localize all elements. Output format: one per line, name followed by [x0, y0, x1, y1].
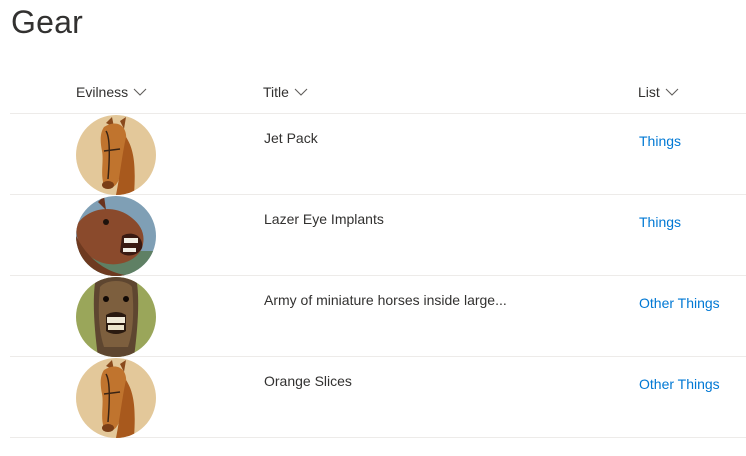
- list-header-row: Evilness Title List: [10, 72, 746, 114]
- column-header-evilness[interactable]: Evilness: [76, 84, 147, 100]
- column-header-title[interactable]: Title: [263, 84, 308, 100]
- row-title[interactable]: Jet Pack: [264, 130, 318, 146]
- column-header-title-label: Title: [263, 84, 289, 100]
- table-row[interactable]: Lazer Eye Implants Things: [10, 195, 746, 276]
- table-row[interactable]: Army of miniature horses inside large...…: [10, 276, 746, 357]
- row-title[interactable]: Orange Slices: [264, 373, 352, 389]
- horse-portrait-image: [76, 115, 156, 195]
- page-title: Gear: [11, 4, 83, 40]
- evilness-avatar: [76, 115, 156, 195]
- evilness-avatar: [76, 196, 156, 276]
- evilness-avatar: [76, 358, 156, 438]
- column-header-list[interactable]: List: [638, 84, 679, 100]
- chevron-down-icon: [294, 88, 308, 96]
- grinning-horse-image: [76, 277, 156, 357]
- row-list-link[interactable]: Other Things: [639, 295, 720, 311]
- chevron-down-icon: [665, 88, 679, 96]
- table-row[interactable]: Jet Pack Things: [10, 114, 746, 195]
- table-row[interactable]: Orange Slices Other Things: [10, 357, 746, 438]
- gear-list: Evilness Title List Jet Pack Things Laze…: [10, 72, 746, 438]
- row-title[interactable]: Lazer Eye Implants: [264, 211, 384, 227]
- row-list-link[interactable]: Other Things: [639, 376, 720, 392]
- laughing-horse-image: [76, 196, 156, 276]
- row-title[interactable]: Army of miniature horses inside large...: [264, 292, 507, 308]
- row-list-link[interactable]: Things: [639, 133, 681, 149]
- chevron-down-icon: [133, 88, 147, 96]
- column-header-evilness-label: Evilness: [76, 84, 129, 100]
- column-header-list-label: List: [638, 84, 660, 100]
- evilness-avatar: [76, 277, 156, 357]
- horse-portrait-image: [76, 358, 156, 438]
- row-list-link[interactable]: Things: [639, 214, 681, 230]
